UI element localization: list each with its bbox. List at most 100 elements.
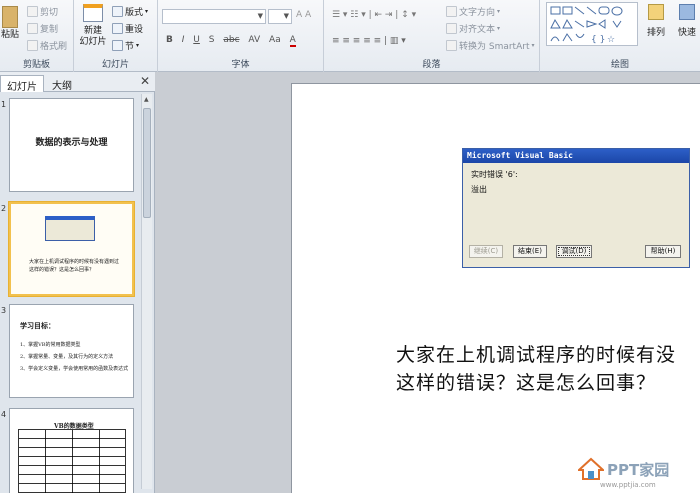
watermark: PPT家园 [578,457,669,481]
slide-thumbnail-2[interactable]: 大家在上机调试程序的时候有没有遇到过 这样的错误？这是怎么回事？ [9,202,134,296]
slide-thumbnail-3[interactable]: 学习目标： 1、掌握VB的常用数据类型 2、掌握常量、变量，及其行为的定义方法 … [9,304,134,398]
house-logo-icon [578,457,604,480]
thumbnail-heading: 学习目标： [20,321,55,330]
new-slide-button[interactable]: 新建 幻灯片 [76,4,110,48]
cut-button[interactable]: 剪切 [27,5,58,18]
drawing-group-label: 绘图 [610,60,629,70]
paste-button[interactable]: 粘贴 [0,6,20,41]
grow-shrink-font[interactable]: A A [296,10,311,20]
reset-icon [112,23,123,34]
dialog-help-button: 帮助(H) [645,245,681,258]
italic-button[interactable]: I [182,35,185,45]
slides-pane: 幻灯片 大纲 ✕ 1 数据的表示与处理 2 大家在上机调试程序的时候有没有遇到过… [0,72,155,493]
font-name-combo[interactable]: ▼ [162,9,266,24]
font-size-combo[interactable]: ▼ [268,9,292,24]
arrange-label: 排列 [646,28,665,38]
arrange-button[interactable]: 排列 [644,4,668,39]
section-button[interactable]: 节 ▾ [112,39,139,52]
pane-tabs: 幻灯片 大纲 ✕ [0,72,155,93]
layout-icon [112,6,123,17]
text-direction-icon [446,6,457,17]
thumbnail-table [18,429,126,493]
font-format-buttons: B I U S abc AV Aa A [166,35,302,47]
smartart-button[interactable]: 转换为 SmartArt ▾ [446,39,535,52]
ribbon: 粘贴 剪切 复制 格式刷 剪贴板 新建 幻灯片 版式 ▾ 重设 节 ▾ 幻灯片 ▼ … [0,0,700,72]
paragraph-group-label: 段落 [422,60,441,70]
thumbnail-scrollbar[interactable]: ▲ [141,94,152,489]
slide-body-line-1: 大家在上机调试程序的时候有没 [396,344,677,366]
watermark-text: PPT家园 [607,460,670,479]
slide-number: 2 [1,204,7,213]
copy-icon [27,23,38,34]
scrollbar-thumb[interactable] [143,108,151,218]
scissors-icon [27,6,38,17]
tab-slides[interactable]: 幻灯片 [0,75,44,93]
align-text-button[interactable]: 对齐文本 ▾ [446,22,500,35]
scroll-up-icon[interactable]: ▲ [144,96,149,103]
new-slide-label-2: 幻灯片 [79,37,107,47]
strikethrough-button[interactable]: abc [223,35,239,45]
quick-styles-button[interactable]: 快速 [674,4,700,39]
layout-button[interactable]: 版式 ▾ [112,5,148,18]
slide-canvas: Microsoft Visual Basic 实时错误 '6': 溢出 继续(C… [156,72,700,493]
dialog-end-button: 结束(E) [513,245,547,258]
clipboard-group: 粘贴 剪切 复制 格式刷 剪贴板 [0,0,74,72]
slide-number: 3 [1,306,7,315]
tab-outline[interactable]: 大纲 [46,75,78,92]
smartart-icon [446,40,457,51]
current-slide[interactable]: Microsoft Visual Basic 实时错误 '6': 溢出 继续(C… [291,83,700,493]
shapes-gallery[interactable]: { } ☆ [546,2,638,46]
clipboard-group-label: 剪贴板 [22,60,50,70]
slide-thumbnail-1[interactable]: 数据的表示与处理 [9,98,134,192]
list-indent-buttons[interactable]: ☰ ▾ ☷ ▾ | ⇤ ⇥ | ↕ ▾ [332,10,416,20]
thumbnail-list: 1 数据的表示与处理 2 大家在上机调试程序的时候有没有遇到过 这样的错误？这是… [0,92,140,493]
arrange-icon [648,4,664,20]
paste-label: 粘贴 [0,30,19,40]
section-icon [112,40,123,51]
dialog-message: 溢出 [471,185,487,194]
shapes-icon: { } ☆ [550,6,623,45]
align-buttons[interactable]: ≡ ≡ ≡ ≡ ≡ | ▥ ▾ [332,36,406,46]
text-direction-button[interactable]: 文字方向 ▾ [446,5,500,18]
slides-group: 新建 幻灯片 版式 ▾ 重设 节 ▾ 幻灯片 [74,0,158,72]
bold-button[interactable]: B [166,35,173,45]
thumbnail-line: 1、掌握VB的常用数据类型 [20,342,81,348]
thumbnail-title: 数据的表示与处理 [35,138,108,148]
font-group: ▼ ▼ A A B I U S abc AV Aa A 字体 [158,0,324,72]
shadow-button[interactable]: S [209,35,215,45]
font-color-button[interactable]: A [289,35,296,47]
watermark-url: www.pptjia.com [600,481,656,489]
svg-text:{ }: { } [591,35,605,45]
paste-icon [2,6,18,28]
slide-body-line-2: 这样的错误？这是怎么回事？ [396,372,657,394]
font-group-label: 字体 [231,60,250,70]
new-slide-label: 新建 [83,26,102,36]
copy-button[interactable]: 复制 [27,22,58,35]
thumbnail-line: 大家在上机调试程序的时候有没有遇到过 [29,259,120,265]
format-painter-button[interactable]: 格式刷 [27,39,67,52]
thumbnail-line: 这样的错误？这是怎么回事？ [29,267,95,273]
slide-thumbnail-4[interactable]: VB的数据类型 [9,408,134,493]
dialog-error-line: 实时错误 '6': [471,170,518,179]
thumbnail-dialog-image [45,216,95,241]
vb-error-dialog-image: Microsoft Visual Basic 实时错误 '6': 溢出 继续(C… [462,148,690,268]
chevron-down-icon: ▼ [283,12,289,20]
thumbnail-line: 2、掌握常量、变量，及其行为的定义方法 [20,354,114,360]
quick-styles-label: 快速 [677,28,696,38]
svg-text:☆: ☆ [607,35,615,45]
underline-button[interactable]: U [193,35,200,45]
chevron-down-icon: ▼ [257,12,263,20]
dialog-continue-button: 继续(C) [469,245,503,258]
close-icon[interactable]: ✕ [140,74,150,88]
drawing-group: { } ☆ 排列 快速 绘图 [540,0,700,72]
slide-number: 4 [1,410,7,419]
dialog-title: Microsoft Visual Basic [463,149,689,163]
align-text-icon [446,23,457,34]
new-slide-icon [83,4,103,22]
dialog-debug-button: 调试(D) [556,245,592,258]
char-spacing-button[interactable]: AV [248,35,260,45]
quick-styles-icon [679,4,695,20]
reset-button[interactable]: 重设 [112,22,143,35]
change-case-button[interactable]: Aa [269,35,281,45]
thumbnail-line: 3、学会定义变量，学会使用常用的函数及表达式 [20,366,129,372]
